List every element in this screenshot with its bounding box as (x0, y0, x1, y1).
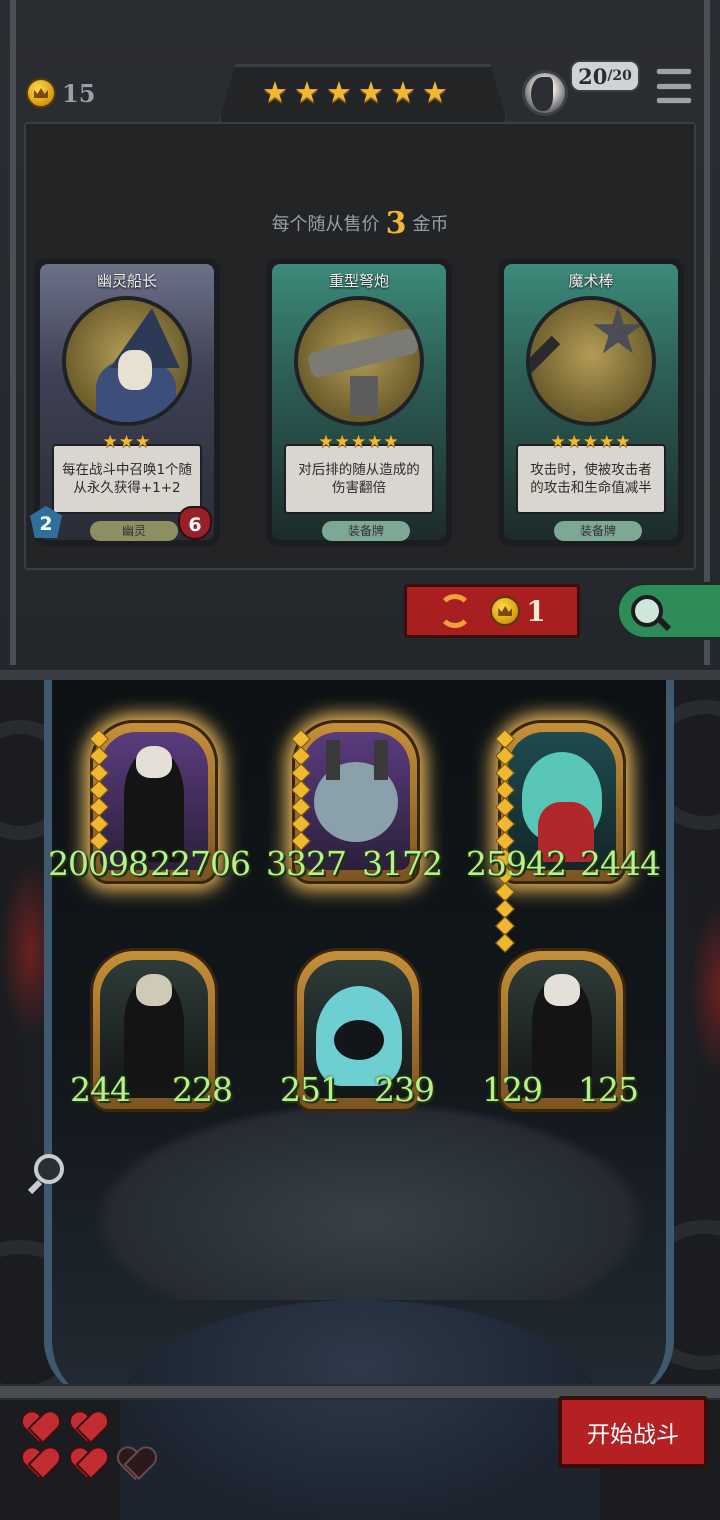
shop-tier-stars: ★ ★ ★ ★ ★ ★ (262, 76, 448, 108)
coin-icon (490, 596, 521, 626)
unit-health: 239 (374, 1070, 435, 1109)
gold-counter: 15 (26, 78, 95, 108)
heart-icon (22, 1412, 56, 1442)
unit-attack: 3327 (266, 844, 347, 883)
unit-attack: 251 (280, 1070, 341, 1109)
coin-icon (26, 78, 56, 108)
unit-health: 125 (578, 1070, 639, 1109)
skull-decoration (120, 1300, 600, 1520)
refresh-icon (438, 594, 473, 628)
star-icon: ★ (422, 75, 448, 109)
card-description: 攻击时，使被攻击者的攻击和生命值减半 (516, 444, 666, 514)
unit-health: 22706 (150, 844, 251, 883)
star-icon: ★ (326, 75, 352, 109)
unit-health: 228 (172, 1070, 233, 1109)
shop-panel: ★ ★ ★ ★ ★ ★ 15 20/20 每个随从售价 3 金币 幽灵船长 每在战斗… (0, 0, 720, 680)
star-icon: ★ (358, 75, 384, 109)
refresh-cost: 1 (490, 594, 546, 628)
search-button[interactable] (616, 582, 720, 640)
player-avatar[interactable] (522, 70, 568, 116)
empty-heart-icon (118, 1448, 152, 1478)
star-icon: ★ (262, 75, 288, 109)
buff-chain (89, 729, 109, 851)
buff-chain (495, 729, 515, 953)
start-battle-button[interactable]: 开始战斗 (558, 1396, 708, 1468)
board-search-button[interactable] (27, 1150, 74, 1196)
sell-prefix: 每个随从售价 (271, 214, 380, 235)
star-icon: ★ (390, 75, 416, 109)
unit-attack: 129 (482, 1070, 543, 1109)
shop-card-ghost-captain[interactable]: 幽灵船长 每在战斗中召唤1个随从永久获得+1+2 ★★★ 幽灵 2 6 (30, 258, 220, 546)
card-tag: 装备牌 (554, 521, 642, 541)
unit-health: 2444 (580, 844, 661, 883)
unit-attack: 20098 (48, 844, 149, 883)
card-stars: ★★★★★ (318, 432, 400, 452)
lives-display (18, 1408, 168, 1482)
shop-card-heavy-ballista[interactable]: 重型弩炮 对后排的随从造成的伤害翻倍 ★★★★★ 装备牌 (266, 258, 452, 546)
refresh-shop-button[interactable]: 1 (404, 584, 580, 638)
cloud-decoration (90, 1100, 650, 1300)
player-max: /20 (607, 68, 632, 84)
card-tag: 幽灵 (90, 521, 178, 541)
sell-suffix: 金币 (412, 214, 449, 235)
card-art-ballista (294, 296, 424, 426)
card-title: 重型弩炮 (328, 272, 389, 290)
buff-chain (291, 729, 311, 851)
refresh-cost-value: 1 (526, 594, 546, 628)
card-art-ghost-captain (62, 296, 192, 426)
card-body: 重型弩炮 对后排的随从造成的伤害翻倍 ★★★★★ 装备牌 (272, 264, 446, 541)
card-tag: 装备牌 (322, 521, 410, 541)
sell-price-line: 每个随从售价 3 金币 (0, 206, 720, 241)
card-description: 对后排的随从造成的伤害翻倍 (284, 444, 434, 514)
unit-health: 3172 (362, 844, 443, 883)
search-icon (34, 1154, 64, 1184)
unit-attack: 25942 (466, 844, 567, 883)
card-description: 每在战斗中召唤1个随从永久获得+1+2 (52, 444, 202, 514)
heart-icon (70, 1412, 104, 1442)
heart-icon (22, 1448, 56, 1478)
card-title: 魔术棒 (568, 272, 614, 290)
menu-icon[interactable] (656, 68, 692, 104)
card-body: 魔术棒 攻击时，使被攻击者的攻击和生命值减半 ★★★★★ 装备牌 (504, 264, 678, 541)
card-art-mace (526, 296, 656, 426)
sell-price: 3 (385, 206, 407, 241)
player-count-bubble: 20/20 (570, 60, 640, 92)
shop-card-magic-wand[interactable]: 魔术棒 攻击时，使被攻击者的攻击和生命值减半 ★★★★★ 装备牌 (498, 258, 684, 546)
heart-icon (70, 1448, 104, 1478)
card-stars: ★★★ (102, 432, 152, 452)
star-icon: ★ (294, 75, 320, 109)
unit-attack: 244 (70, 1070, 131, 1109)
health-gem: 6 (178, 506, 212, 540)
red-glow (690, 900, 720, 1080)
gold-amount: 15 (62, 78, 96, 108)
card-title: 幽灵船长 (96, 272, 157, 290)
card-body: 幽灵船长 每在战斗中召唤1个随从永久获得+1+2 ★★★ 幽灵 (40, 264, 214, 541)
card-stars: ★★★★★ (550, 432, 632, 452)
player-count: 20 (578, 63, 608, 89)
